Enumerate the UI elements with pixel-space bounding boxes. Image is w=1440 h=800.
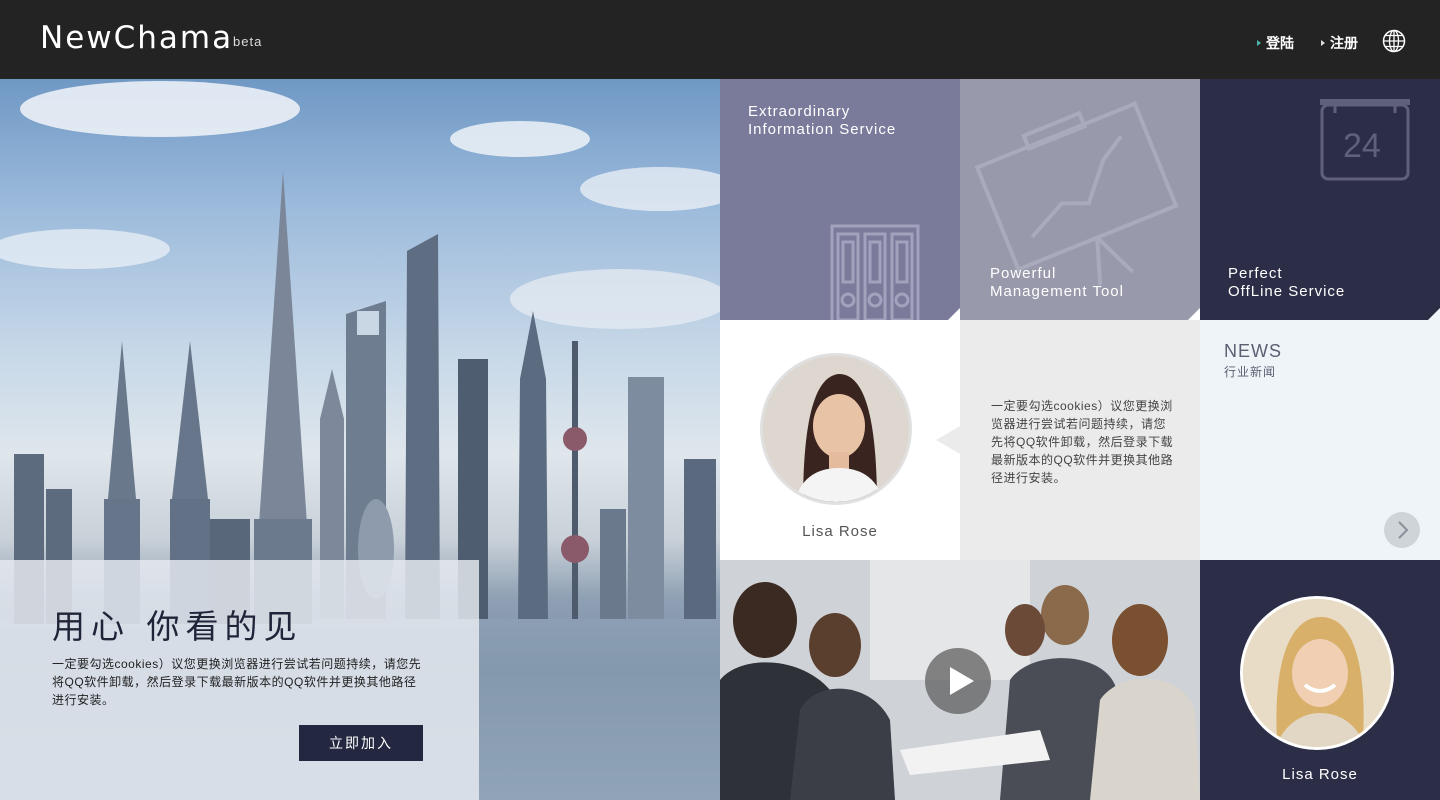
chevron-right-icon <box>1398 521 1409 539</box>
tile-corner <box>1428 308 1440 320</box>
woman-portrait-icon <box>763 356 909 502</box>
login-link[interactable]: 登陆 <box>1257 33 1294 53</box>
info-service-tile[interactable]: Extraordinary Information Service <box>720 79 960 320</box>
triangle-right-icon <box>1321 40 1325 46</box>
profile-name: Lisa Rose <box>802 523 878 540</box>
speech-pointer <box>936 426 960 454</box>
quote-text: 一定要勾选cookies）议您更换浏览器进行尝试若问题持续，请您先将QQ软件卸载… <box>991 399 1174 485</box>
news-tile[interactable]: NEWS 行业新闻 <box>1200 320 1440 560</box>
news-subtitle: 行业新闻 <box>1224 365 1277 379</box>
tile-corner <box>948 308 960 320</box>
offline-line1: Perfect <box>1228 265 1283 282</box>
triangle-right-icon <box>1257 40 1261 46</box>
calendar-day: 24 <box>1343 127 1381 165</box>
brand-logo[interactable]: NewChama <box>40 20 233 56</box>
profile-tile[interactable]: Lisa Rose <box>720 320 960 560</box>
login-label: 登陆 <box>1266 35 1294 51</box>
woman-portrait-icon <box>1243 599 1391 747</box>
offline-service-tile[interactable]: 24 Perfect OffLine Service <box>1200 79 1440 320</box>
management-line2: Management Tool <box>990 283 1124 300</box>
info-service-line1: Extraordinary <box>748 103 851 120</box>
offline-line2: OffLine Service <box>1228 283 1346 300</box>
globe-icon[interactable] <box>1382 29 1406 53</box>
register-link[interactable]: 注册 <box>1321 33 1358 53</box>
hero-caption-panel: 用心 你看的见 一定要勾选cookies）议您更换浏览器进行尝试若问题持续，请您… <box>0 560 479 800</box>
profile-tile-2[interactable]: Lisa Rose <box>1200 560 1440 800</box>
chart-board-icon <box>975 101 1179 286</box>
top-bar: NewChama beta 登陆 注册 <box>0 0 1440 79</box>
profile-name: Lisa Rose <box>1282 766 1358 783</box>
info-service-label: Extraordinary Information Service <box>748 103 896 139</box>
news-title: NEWS <box>1224 341 1282 361</box>
avatar[interactable] <box>760 353 912 505</box>
management-tool-label: Powerful Management Tool <box>990 265 1124 301</box>
avatar[interactable] <box>1240 596 1394 750</box>
management-line1: Powerful <box>990 265 1057 282</box>
hero-banner: 用心 你看的见 一定要勾选cookies）议您更换浏览器进行尝试若问题持续，请您… <box>0 79 720 800</box>
join-now-button[interactable]: 立即加入 <box>299 725 423 761</box>
video-tile[interactable] <box>720 560 1200 800</box>
offline-service-label: Perfect OffLine Service <box>1228 265 1345 301</box>
hero-title: 用心 你看的见 <box>52 607 303 646</box>
register-label: 注册 <box>1330 35 1358 51</box>
tile-corner <box>1188 308 1200 320</box>
management-tool-tile[interactable]: Powerful Management Tool <box>960 79 1200 320</box>
beta-badge: beta <box>233 34 263 49</box>
quote-tile: 一定要勾选cookies）议您更换浏览器进行尝试若问题持续，请您先将QQ软件卸载… <box>936 320 1200 560</box>
info-service-line2: Information Service <box>748 121 897 138</box>
binders-icon <box>830 224 920 320</box>
hero-description: 一定要勾选cookies）议您更换浏览器进行尝试若问题持续，请您先将QQ软件卸载… <box>52 657 422 707</box>
news-next-button[interactable] <box>1384 512 1420 548</box>
play-button[interactable] <box>925 648 991 714</box>
